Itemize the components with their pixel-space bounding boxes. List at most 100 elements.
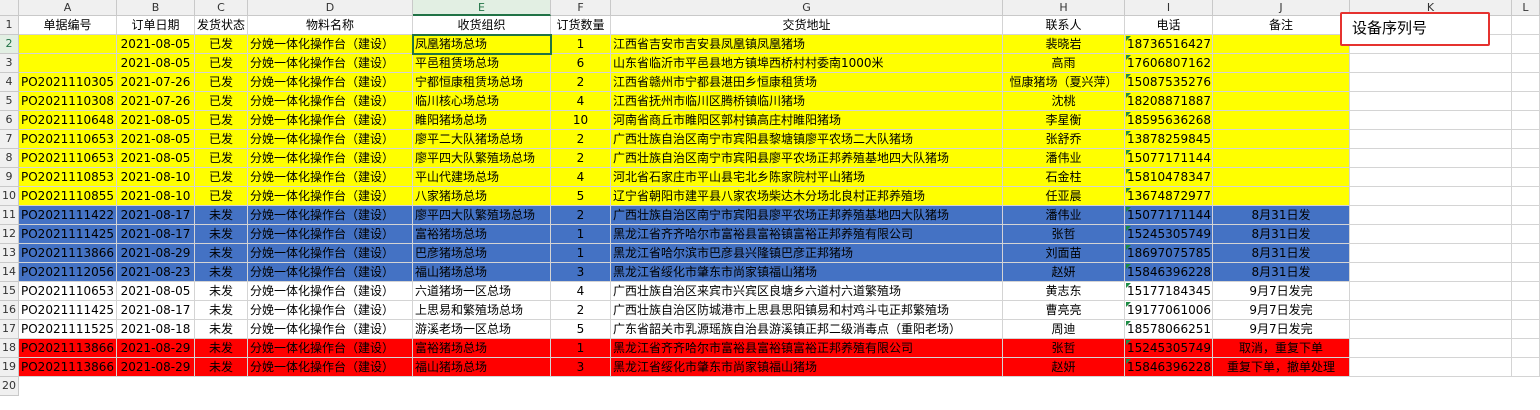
table-cell[interactable]: 赵妍 — [1003, 358, 1125, 377]
header-cell[interactable]: 收货组织 — [413, 16, 551, 35]
table-cell[interactable]: 福山猪场总场 — [413, 263, 551, 282]
table-cell[interactable]: 取消，重复下单 — [1213, 339, 1350, 358]
table-cell[interactable]: 4 — [551, 92, 611, 111]
table-cell[interactable]: 未发 — [195, 244, 248, 263]
table-cell[interactable]: 赵妍 — [1003, 263, 1125, 282]
spreadsheet[interactable]: A B C D E F G H I J K L 1 单据编号 订单日期 发货状态 物料名称 收货组织 订货数量 交货地… — [0, 0, 1540, 410]
table-cell[interactable]: 15846396228 — [1125, 263, 1213, 282]
table-cell[interactable] — [1350, 282, 1512, 301]
table-cell[interactable]: PO2021111425 — [19, 225, 117, 244]
table-cell[interactable]: 1 — [551, 35, 611, 54]
table-cell[interactable]: 已发 — [195, 130, 248, 149]
table-cell[interactable]: 凤凰猪场总场 — [413, 35, 551, 54]
table-cell[interactable] — [1512, 130, 1540, 149]
table-cell[interactable] — [1350, 358, 1512, 377]
table-cell[interactable]: 6 — [551, 54, 611, 73]
row-header-17[interactable]: 17 — [0, 320, 19, 339]
row-header-20[interactable]: 20 — [0, 377, 19, 396]
table-cell[interactable]: 广西壮族自治区南宁市宾阳县黎塘镇廖平农场二大队猪场 — [611, 130, 1003, 149]
table-cell[interactable] — [1350, 92, 1512, 111]
table-cell[interactable]: 5 — [551, 187, 611, 206]
table-cell[interactable] — [19, 54, 117, 73]
column-header-f[interactable]: F — [551, 0, 611, 16]
table-cell[interactable]: 平邑租赁场总场 — [413, 54, 551, 73]
table-cell[interactable]: 未发 — [195, 263, 248, 282]
table-cell[interactable] — [1512, 149, 1540, 168]
select-all-corner[interactable] — [0, 0, 19, 16]
table-cell[interactable] — [1213, 130, 1350, 149]
table-cell[interactable]: 2021-08-17 — [117, 225, 195, 244]
table-cell[interactable] — [1512, 73, 1540, 92]
table-cell[interactable]: PO2021110648 — [19, 111, 117, 130]
table-cell[interactable]: 分娩一体化操作台（建设） — [248, 244, 413, 263]
row-header-19[interactable]: 19 — [0, 358, 19, 377]
table-cell[interactable] — [1512, 187, 1540, 206]
table-cell[interactable]: PO2021110653 — [19, 149, 117, 168]
row-header-5[interactable]: 5 — [0, 92, 19, 111]
table-cell[interactable]: 已发 — [195, 35, 248, 54]
table-cell[interactable]: 黑龙江省绥化市肇东市尚家镇福山猪场 — [611, 358, 1003, 377]
table-cell[interactable]: 3 — [551, 263, 611, 282]
table-cell[interactable] — [19, 35, 117, 54]
row-header-3[interactable]: 3 — [0, 54, 19, 73]
table-cell[interactable]: PO2021110308 — [19, 92, 117, 111]
table-cell[interactable]: 张舒乔 — [1003, 130, 1125, 149]
table-cell[interactable] — [1512, 54, 1540, 73]
table-cell[interactable]: 2021-08-23 — [117, 263, 195, 282]
table-cell[interactable]: 周迪 — [1003, 320, 1125, 339]
table-cell[interactable]: PO2021113866 — [19, 244, 117, 263]
table-cell[interactable]: PO2021110853 — [19, 168, 117, 187]
table-cell[interactable] — [1213, 111, 1350, 130]
table-cell[interactable]: 山东省临沂市平邑县地方镇埠西桥村村委南1000米 — [611, 54, 1003, 73]
table-cell[interactable]: 15245305749 — [1125, 339, 1213, 358]
table-cell[interactable]: 18595636268 — [1125, 111, 1213, 130]
table-cell[interactable]: 18578066251 — [1125, 320, 1213, 339]
table-cell[interactable]: 八家猪场总场 — [413, 187, 551, 206]
table-cell[interactable] — [1350, 206, 1512, 225]
table-cell[interactable]: 8月31日发 — [1213, 263, 1350, 282]
table-cell[interactable]: 富裕猪场总场 — [413, 225, 551, 244]
table-cell[interactable]: PO2021110653 — [19, 282, 117, 301]
table-cell[interactable]: 2 — [551, 149, 611, 168]
table-cell[interactable] — [1350, 244, 1512, 263]
table-cell[interactable]: 恒康猪场（夏兴萍） — [1003, 73, 1125, 92]
header-cell[interactable]: 备注 — [1213, 16, 1350, 35]
table-cell[interactable]: 分娩一体化操作台（建设） — [248, 206, 413, 225]
table-cell[interactable]: 2021-07-26 — [117, 73, 195, 92]
table-cell[interactable]: 2021-08-05 — [117, 149, 195, 168]
table-cell[interactable]: 2021-08-05 — [117, 130, 195, 149]
table-cell[interactable]: 4 — [551, 282, 611, 301]
column-header-a[interactable]: A — [19, 0, 117, 16]
table-cell[interactable]: 2021-08-29 — [117, 244, 195, 263]
table-cell[interactable]: 李星衡 — [1003, 111, 1125, 130]
table-cell[interactable]: 1 — [551, 339, 611, 358]
table-cell[interactable]: 2 — [551, 73, 611, 92]
table-cell[interactable] — [1512, 320, 1540, 339]
table-cell[interactable]: 13878259845 — [1125, 130, 1213, 149]
table-cell[interactable]: 分娩一体化操作台（建设） — [248, 282, 413, 301]
table-cell[interactable] — [1350, 111, 1512, 130]
table-cell[interactable]: PO2021113866 — [19, 358, 117, 377]
table-cell[interactable] — [1213, 149, 1350, 168]
table-cell[interactable]: 15077171144 — [1125, 149, 1213, 168]
table-cell[interactable] — [1350, 225, 1512, 244]
row-header-12[interactable]: 12 — [0, 225, 19, 244]
table-cell[interactable] — [1512, 206, 1540, 225]
table-cell[interactable]: 15077171144 — [1125, 206, 1213, 225]
table-cell[interactable]: 分娩一体化操作台（建设） — [248, 301, 413, 320]
table-cell[interactable]: 15177184345 — [1125, 282, 1213, 301]
table-cell[interactable]: 2 — [551, 301, 611, 320]
table-cell[interactable]: 未发 — [195, 320, 248, 339]
table-cell[interactable]: 10 — [551, 111, 611, 130]
table-cell[interactable]: 游溪老场一区总场 — [413, 320, 551, 339]
table-cell[interactable]: 1 — [551, 225, 611, 244]
table-cell[interactable]: 富裕猪场总场 — [413, 339, 551, 358]
table-cell[interactable]: 2021-08-17 — [117, 301, 195, 320]
table-cell[interactable]: PO2021111422 — [19, 206, 117, 225]
row-header-14[interactable]: 14 — [0, 263, 19, 282]
table-cell[interactable]: 未发 — [195, 282, 248, 301]
table-cell[interactable]: 黑龙江省齐齐哈尔市富裕县富裕镇富裕正邦养殖有限公司 — [611, 225, 1003, 244]
table-cell[interactable] — [1350, 73, 1512, 92]
table-cell[interactable]: PO2021112056 — [19, 263, 117, 282]
row-header-13[interactable]: 13 — [0, 244, 19, 263]
